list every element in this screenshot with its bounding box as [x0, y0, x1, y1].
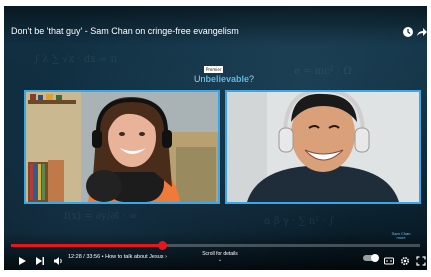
background-scribble: ∫ λ ∑ √x · dx ≈ π — [34, 54, 118, 65]
chapter-separator: • — [101, 254, 104, 260]
background-scribble: α β γ · ∑ n² · ∫ — [264, 216, 334, 227]
progress-played — [11, 244, 163, 247]
progress-bar[interactable] — [11, 241, 420, 250]
chevron-right-icon: › — [165, 254, 167, 260]
clock-icon[interactable] — [402, 25, 414, 37]
video-title[interactable]: Don't be 'that guy' - Sam Chan on cringe… — [11, 26, 239, 36]
logo-text: Unbelievable? — [193, 74, 255, 84]
fullscreen-icon[interactable] — [416, 253, 426, 266]
chevron-down-icon: ⌄ — [217, 257, 223, 263]
logo-badge: Premier — [204, 66, 224, 73]
next-icon[interactable] — [35, 253, 45, 265]
video-player[interactable]: ∫ λ ∑ √x · dx ≈ π e = mc² · Ω f(x) = ∂y/… — [4, 6, 427, 270]
volume-icon[interactable] — [53, 253, 63, 265]
background-scribble: e = mc² · Ω — [294, 66, 352, 77]
autoplay-toggle-knob — [371, 254, 379, 262]
chapter-title[interactable]: How to talk about Jesus — [105, 254, 163, 260]
show-logo: Premier Unbelievable? — [184, 66, 264, 86]
share-icon[interactable] — [416, 25, 427, 37]
autoplay-toggle[interactable] — [363, 254, 379, 262]
guest-man-image — [227, 92, 419, 202]
video-feed-right — [225, 90, 421, 204]
guest-woman-image — [26, 92, 218, 202]
time-separator: / — [83, 254, 85, 260]
background-scribble: f(x) = ∂y/∂t · ∞ — [64, 211, 138, 222]
settings-icon[interactable] — [400, 253, 410, 266]
duration: 33:56 — [86, 254, 101, 260]
video-feed-left — [24, 90, 220, 204]
play-icon[interactable] — [17, 253, 27, 265]
time-and-chapter[interactable]: 12:28 / 33:56 • How to talk about Jesus … — [68, 254, 167, 260]
captions-icon[interactable] — [384, 253, 394, 265]
scroll-hint[interactable]: Scroll for details ⌄ — [190, 251, 250, 263]
current-time: 12:28 — [68, 254, 82, 260]
